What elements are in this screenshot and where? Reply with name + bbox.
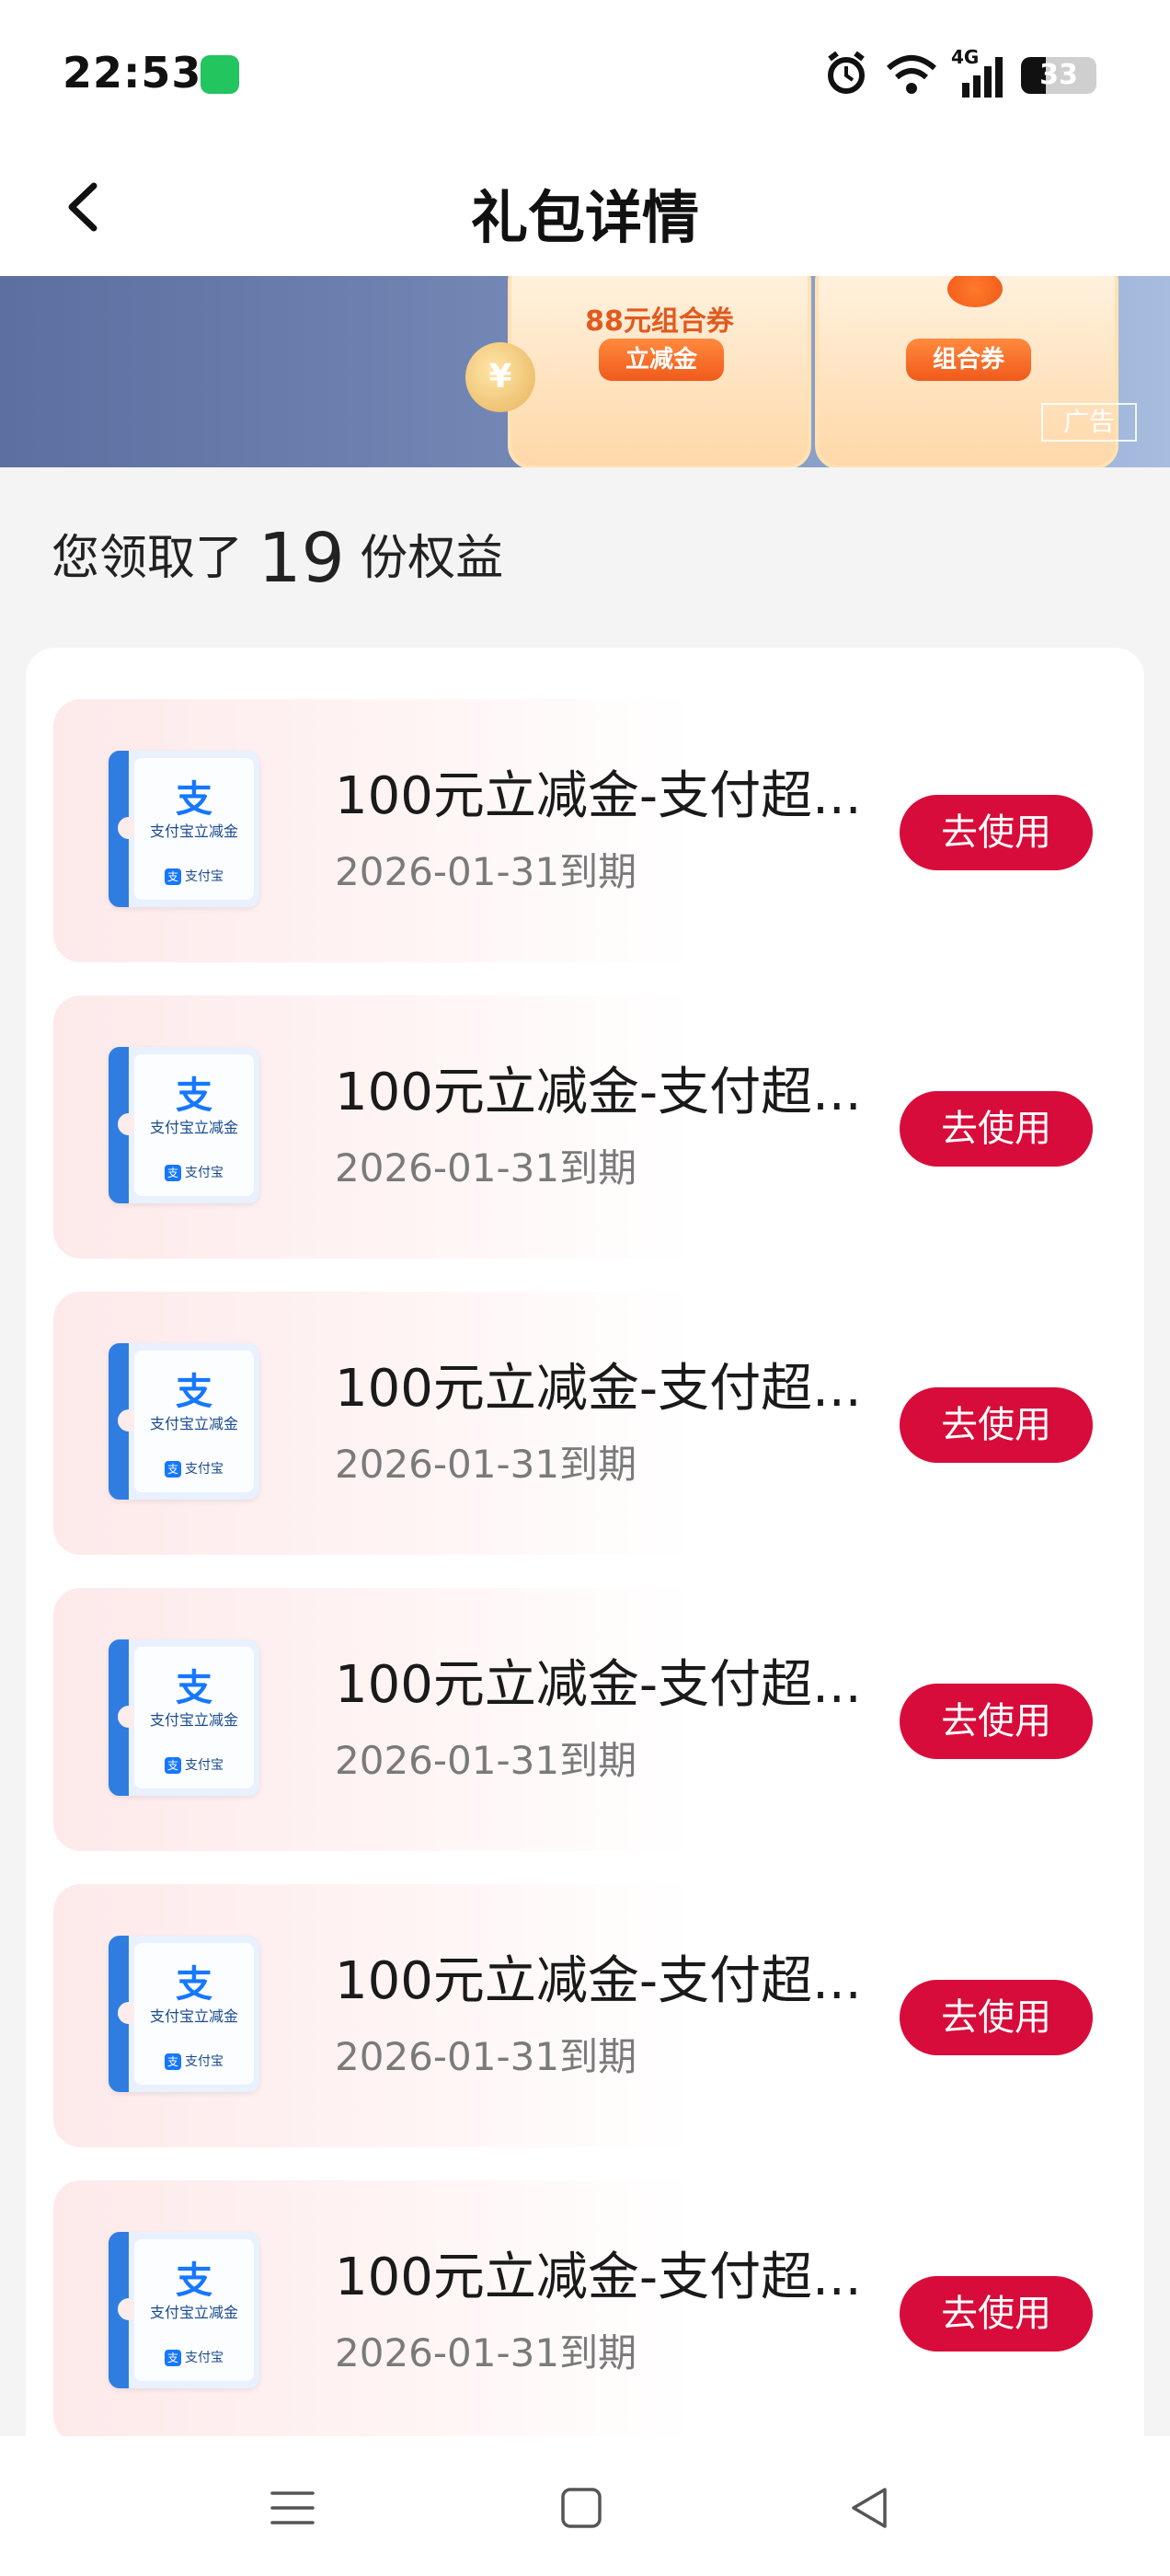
use-button[interactable]: 去使用 [900, 795, 1093, 870]
coupon-title: 100元立减金-支付超... [335, 2248, 862, 2307]
coupon-title: 100元立减金-支付超... [335, 766, 862, 826]
alipay-brand-text: 支付宝 [185, 1462, 224, 1477]
battery-icon: 33 [1021, 57, 1096, 94]
coupon-expiry: 2026-01-31到期 [335, 2330, 637, 2375]
coupon-expiry: 2026-01-31到期 [335, 1442, 637, 1487]
use-button[interactable]: 去使用 [900, 1387, 1093, 1463]
benefit-summary: 您领取了 19 份权益 [52, 517, 503, 600]
benefit-count: 19 [258, 519, 345, 598]
coin-icon: ¥ [465, 342, 535, 412]
alipay-coupon-icon: 支支付宝立减金支支付宝 [109, 1936, 259, 2092]
coupon-icon-caption: 支付宝立减金 [149, 822, 238, 840]
coupon-icon-body: 支支付宝立减金支支付宝 [134, 1943, 254, 2085]
alipay-brand: 支支付宝 [134, 1459, 254, 1478]
alipay-brand: 支支付宝 [134, 867, 254, 885]
ad-card-amount: 88元组合券 [585, 305, 734, 338]
coupon-title: 100元立减金-支付超... [335, 1063, 862, 1122]
alipay-brand: 支支付宝 [134, 1755, 254, 1774]
coupon-title: 100元立减金-支付超... [335, 1951, 862, 2011]
summary-prefix: 您领取了 [52, 531, 244, 586]
coupon-icon-body: 支支付宝立减金支支付宝 [134, 1647, 254, 1788]
ad-banner[interactable]: 88元组合券 立减金 组合券 ¥ 广告 [0, 276, 1170, 467]
page-title: 礼包详情 [470, 184, 699, 251]
alipay-logo-glyph: 支 [176, 778, 212, 821]
coupon-expiry: 2026-01-31到期 [335, 849, 637, 894]
alipay-brand-text: 支付宝 [185, 869, 224, 884]
alipay-mini-icon: 支 [165, 1461, 181, 1478]
coupon-icon-caption: 支付宝立减金 [149, 1415, 238, 1432]
alipay-coupon-icon: 支支付宝立减金支支付宝 [109, 1047, 259, 1203]
back-triangle-icon[interactable] [841, 2478, 900, 2537]
coupon-icon-body: 支支付宝立减金支支付宝 [134, 2239, 254, 2381]
cellular-signal-icon [962, 57, 1003, 98]
coupon-icon-caption: 支付宝立减金 [149, 2304, 238, 2321]
coupon-card[interactable]: 支支付宝立减金支支付宝 100元立减金-支付超... 2026-01-31到期 去使用 [53, 995, 1120, 1259]
alipay-brand-text: 支付宝 [185, 1758, 224, 1773]
alipay-logo-glyph: 支 [176, 2260, 212, 2302]
alipay-brand: 支支付宝 [134, 1163, 254, 1181]
alipay-brand: 支支付宝 [134, 2052, 254, 2070]
use-button[interactable]: 去使用 [900, 1980, 1093, 2055]
alipay-mini-icon: 支 [165, 1165, 181, 1181]
alarm-icon [828, 51, 865, 94]
alipay-coupon-icon: 支支付宝立减金支支付宝 [109, 2232, 259, 2388]
ad-card-reduction[interactable]: 88元组合券 立减金 [508, 276, 811, 467]
coupon-expiry: 2026-01-31到期 [335, 1145, 637, 1190]
coupon-icon-caption: 支付宝立减金 [149, 1711, 238, 1729]
alipay-brand-text: 支付宝 [185, 2054, 224, 2069]
ad-orb-icon [947, 276, 1003, 307]
coupon-icon-caption: 支付宝立减金 [149, 2007, 238, 2025]
alipay-logo-glyph: 支 [176, 1963, 212, 2006]
alipay-coupon-icon: 支支付宝立减金支支付宝 [109, 1343, 259, 1500]
battery-percent: 33 [1039, 59, 1078, 91]
ad-card-label: 立减金 [599, 339, 724, 381]
coupon-icon-body: 支支付宝立减金支支付宝 [134, 1351, 254, 1492]
use-button[interactable]: 去使用 [900, 1091, 1093, 1167]
alipay-brand-text: 支付宝 [185, 2351, 224, 2365]
alipay-brand-text: 支付宝 [185, 1166, 224, 1180]
coupon-card[interactable]: 支支付宝立减金支支付宝 100元立减金-支付超... 2026-01-31到期 去使用 [53, 699, 1120, 962]
wechat-icon [201, 55, 239, 94]
status-bar: 22:53 4G 33 [0, 0, 1170, 138]
coupon-expiry: 2026-01-31到期 [335, 2034, 637, 2079]
ad-card-label: 组合券 [906, 339, 1031, 381]
alipay-mini-icon: 支 [165, 2350, 181, 2366]
coupon-card[interactable]: 支支付宝立减金支支付宝 100元立减金-支付超... 2026-01-31到期 去使用 [53, 1884, 1120, 2147]
alipay-logo-glyph: 支 [176, 1075, 212, 1117]
coupon-card[interactable]: 支支付宝立减金支支付宝 100元立减金-支付超... 2026-01-31到期 去使用 [53, 1588, 1120, 1851]
status-time: 22:53 [63, 48, 202, 98]
coupon-card[interactable]: 支支付宝立减金支支付宝 100元立减金-支付超... 2026-01-31到期 去使用 [53, 2180, 1120, 2444]
coupon-icon-body: 支支付宝立减金支支付宝 [134, 1054, 254, 1196]
alipay-logo-glyph: 支 [176, 1371, 212, 1413]
coupon-icon-caption: 支付宝立减金 [149, 1119, 238, 1136]
system-nav-bar [0, 2436, 1170, 2576]
alipay-brand: 支支付宝 [134, 2348, 254, 2366]
coupon-icon-body: 支支付宝立减金支支付宝 [134, 758, 254, 900]
alipay-mini-icon: 支 [165, 2053, 181, 2070]
menu-icon[interactable] [263, 2478, 322, 2537]
alipay-coupon-icon: 支支付宝立减金支支付宝 [109, 751, 259, 907]
coupon-list: 支支付宝立减金支支付宝 100元立减金-支付超... 2026-01-31到期 去使用… [26, 648, 1144, 2488]
alipay-mini-icon: 支 [165, 868, 181, 885]
coupon-title: 100元立减金-支付超... [335, 1359, 862, 1419]
alipay-coupon-icon: 支支付宝立减金支支付宝 [109, 1639, 259, 1796]
use-button[interactable]: 去使用 [900, 1684, 1093, 1759]
summary-suffix: 份权益 [360, 531, 504, 586]
coupon-card[interactable]: 支支付宝立减金支支付宝 100元立减金-支付超... 2026-01-31到期 去使用 [53, 1292, 1120, 1555]
wifi-icon [887, 55, 936, 94]
use-button[interactable]: 去使用 [900, 2276, 1093, 2352]
nav-bar: 礼包详情 [0, 138, 1170, 276]
coupon-title: 100元立减金-支付超... [335, 1655, 862, 1715]
ad-label: 广告 [1041, 403, 1137, 442]
alipay-logo-glyph: 支 [176, 1667, 212, 1709]
home-square-icon[interactable] [552, 2478, 611, 2537]
coupon-expiry: 2026-01-31到期 [335, 1738, 637, 1783]
alipay-mini-icon: 支 [165, 1757, 181, 1774]
